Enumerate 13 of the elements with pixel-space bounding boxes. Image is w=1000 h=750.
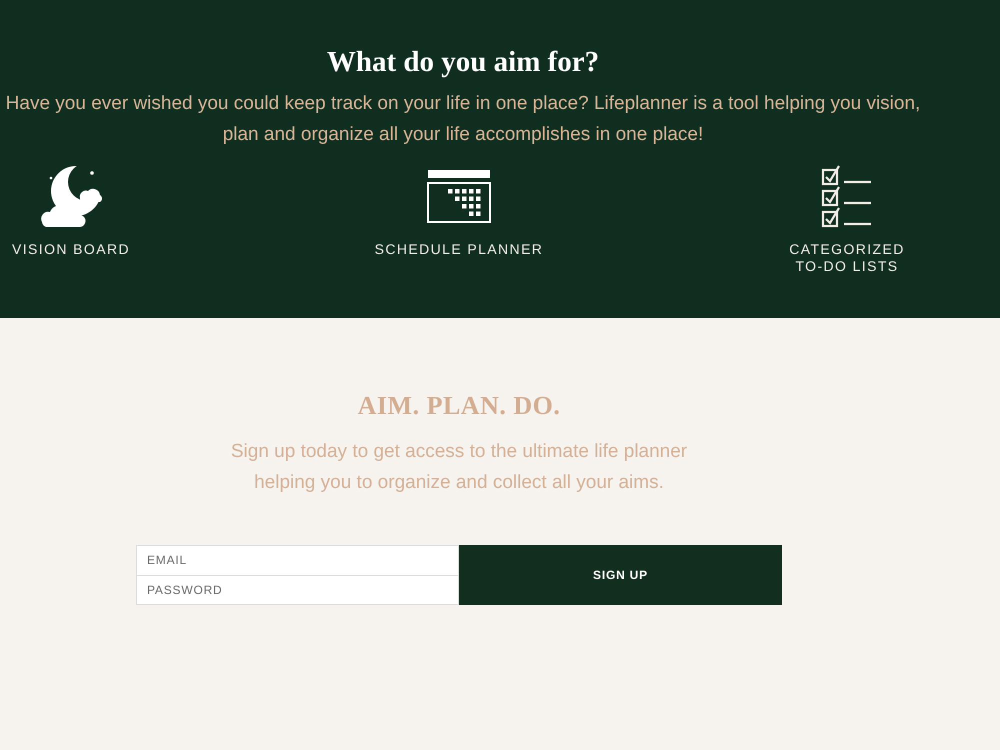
checklist-icon — [821, 164, 873, 228]
moon-and-clouds-icon — [40, 164, 102, 228]
sign-up-button[interactable]: SIGN UP — [459, 545, 782, 605]
feature-label: SCHEDULE PLANNER — [374, 241, 544, 258]
feature-label: CATEGORIZED TO-DO LISTS — [788, 241, 906, 275]
email-field[interactable]: EMAIL — [136, 545, 459, 576]
section-description: Have you ever wished you could keep track on your life in one place? Lifeplanner is a tool helping you vision, plan and organize all your life accomplishes in one place! — [4, 92, 922, 147]
section-title: What do you aim for? — [326, 45, 600, 80]
calendar-icon — [427, 170, 491, 222]
feature-label: VISION BOARD — [12, 241, 130, 258]
password-field[interactable]: PASSWORD — [136, 576, 459, 605]
signup-heading: AIM. PLAN. DO. — [358, 390, 560, 422]
signup-description: Sign up today to get access to the ultimate life planner helping you to organize and collect all your aims. — [230, 440, 688, 495]
